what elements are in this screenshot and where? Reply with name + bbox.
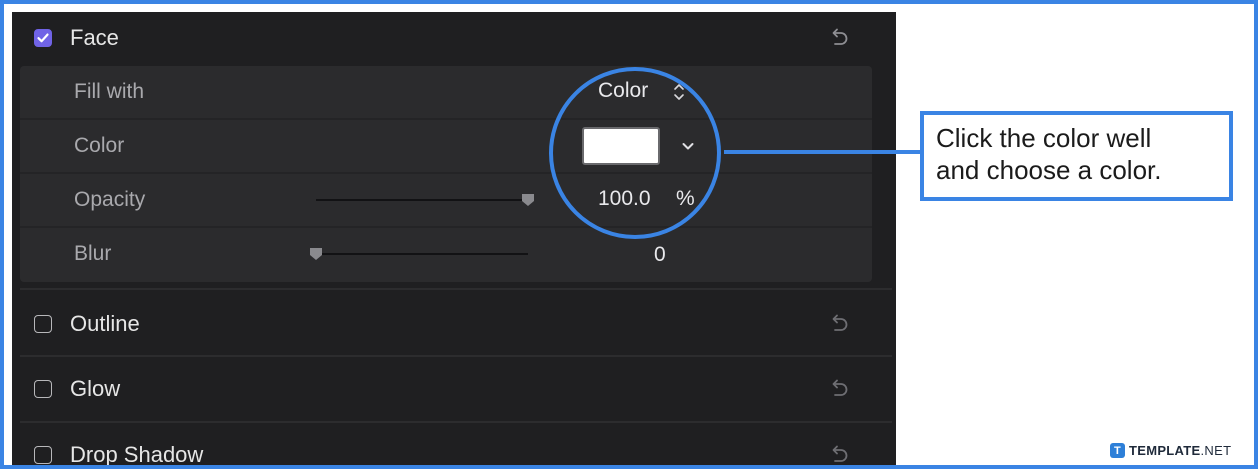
opacity-slider-track[interactable]: [316, 199, 528, 201]
glow-checkbox[interactable]: [34, 380, 52, 398]
reset-arrow-icon[interactable]: [828, 26, 850, 50]
section-drop-shadow-header: Drop Shadow: [12, 424, 896, 467]
face-checkbox[interactable]: [34, 29, 52, 47]
face-settings: Fill with Color Color Opacity 100.0 % Bl…: [20, 66, 872, 282]
face-label: Face: [70, 25, 119, 50]
fill-with-row: Fill with Color: [20, 66, 872, 120]
opacity-slider-thumb[interactable]: [521, 193, 535, 207]
brand-watermark: T TEMPLATE .NET: [1110, 443, 1231, 458]
blur-label: Blur: [74, 242, 112, 265]
reset-arrow-icon[interactable]: [828, 377, 850, 401]
outline-label: Outline: [70, 311, 140, 336]
highlight-circle: [549, 67, 721, 239]
color-label: Color: [74, 134, 125, 157]
brand-name-bold: TEMPLATE: [1129, 443, 1201, 458]
section-divider: [20, 421, 892, 423]
blur-slider-thumb[interactable]: [309, 247, 323, 261]
checkmark-icon: [37, 33, 49, 43]
callout-connector-line: [724, 150, 930, 154]
section-divider: [20, 355, 892, 357]
glow-label: Glow: [70, 376, 121, 401]
reset-arrow-icon[interactable]: [828, 443, 850, 467]
screenshot-frame: Face Fill with Color Color Opacity 100.0…: [0, 0, 1258, 469]
blur-value[interactable]: 0: [654, 243, 666, 267]
callout-line-2: and choose a color.: [936, 155, 1162, 185]
blur-row: Blur 0: [20, 228, 872, 280]
color-row: Color: [20, 120, 872, 174]
section-divider: [20, 288, 892, 290]
brand-name-rest: .NET: [1200, 443, 1232, 458]
section-outline-header: Outline: [12, 292, 896, 356]
callout-box: Click the color well and choose a color.: [920, 111, 1233, 201]
opacity-row: Opacity 100.0 %: [20, 174, 872, 228]
section-glow-header: Glow: [12, 358, 896, 422]
reset-arrow-icon[interactable]: [828, 312, 850, 336]
section-face-header: Face: [12, 12, 896, 64]
opacity-label: Opacity: [74, 188, 146, 211]
drop-shadow-label: Drop Shadow: [70, 442, 204, 467]
blur-slider-track[interactable]: [316, 253, 528, 255]
drop-shadow-checkbox[interactable]: [34, 446, 52, 464]
outline-checkbox[interactable]: [34, 315, 52, 333]
fill-with-label: Fill with: [74, 80, 145, 103]
inspector-panel: Face Fill with Color Color Opacity 100.0…: [12, 12, 896, 467]
callout-line-1: Click the color well: [936, 123, 1152, 153]
brand-logo-icon: T: [1110, 443, 1125, 458]
